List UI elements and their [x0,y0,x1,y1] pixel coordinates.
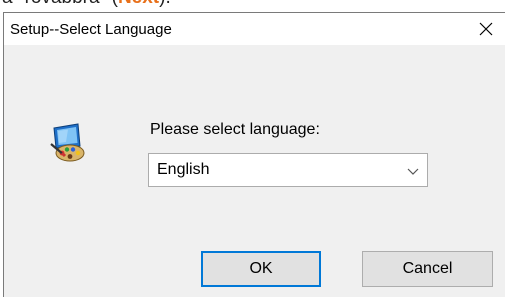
language-prompt-label: Please select language: [150,121,320,138]
close-icon [479,22,493,36]
computer-with-palette-icon [50,123,85,162]
dialog-body: Please select language: English OK Cance… [4,45,505,297]
title-bar: Setup--Select Language [4,13,505,45]
setup-dialog: Setup--Select Language Please select lan… [3,12,505,297]
close-button[interactable] [467,13,505,45]
background-text: a "rövabbra" (Next). [2,0,171,9]
language-select[interactable]: English [148,153,428,187]
language-select-value: English [157,161,210,178]
ok-button[interactable]: OK [201,251,321,287]
cancel-button[interactable]: Cancel [362,251,493,287]
chevron-down-icon [407,168,419,175]
background-document-fragment: a "rövabbra" (Next). [0,0,505,12]
accent-word: Next [118,0,159,8]
dialog-title: Setup--Select Language [10,21,172,38]
